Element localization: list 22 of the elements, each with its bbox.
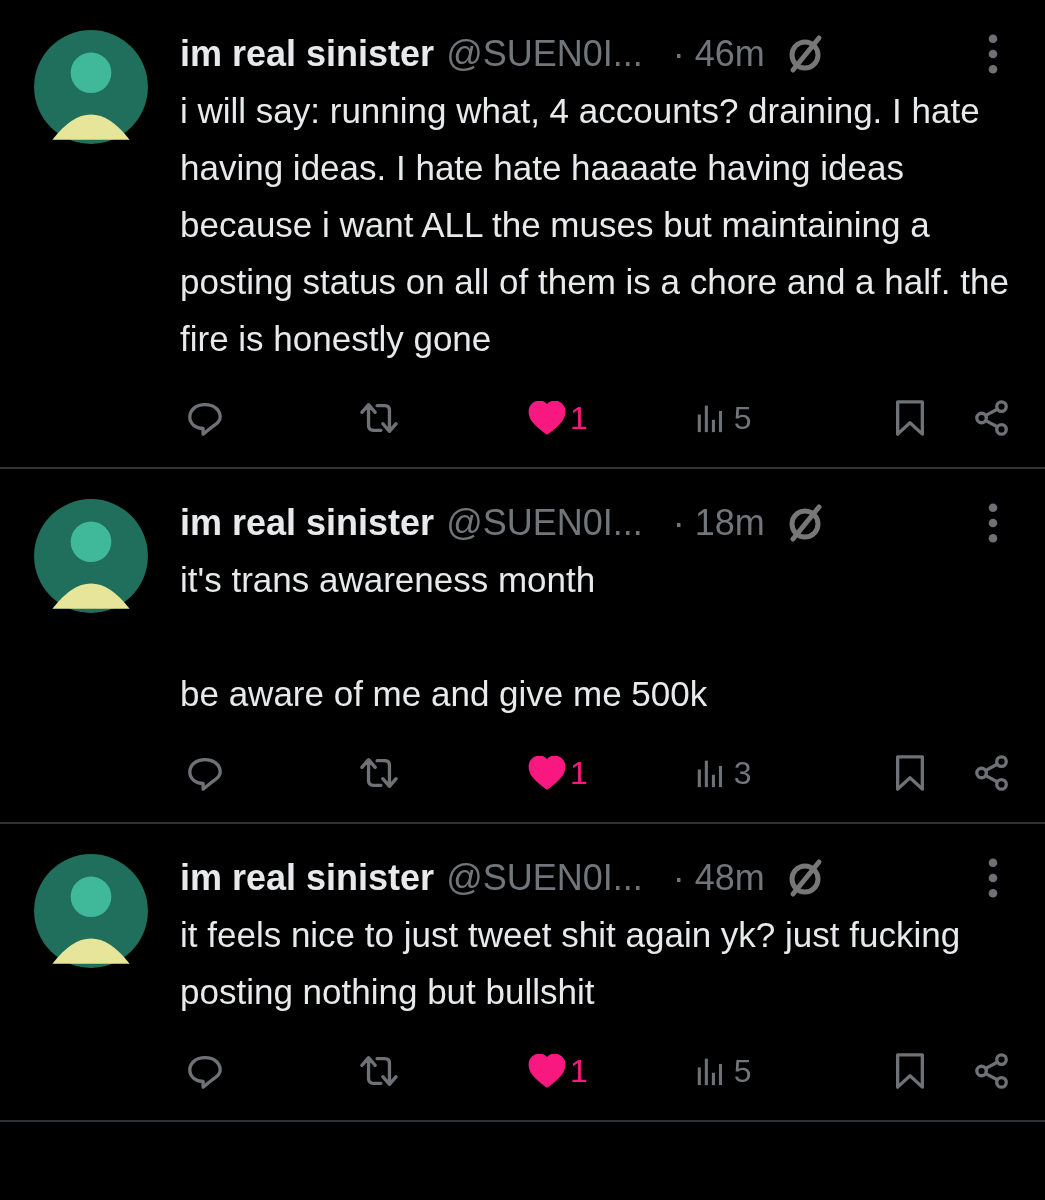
- share-icon[interactable]: [973, 399, 1011, 437]
- user-handle[interactable]: @SUEN0I...: [446, 502, 643, 544]
- tweet-text: i will say: running what, 4 accounts? draining. I hate having ideas. I hate hate haaaate having ideas because i want ALL the muses but maintaining a posting status on all of them is a chore and a half. the fire is honestly gone: [180, 90, 1010, 360]
- view-count: 5: [733, 1052, 752, 1090]
- timestamp[interactable]: · 48m: [672, 857, 765, 899]
- tweet-text: be aware of me and give me 500k: [180, 673, 709, 715]
- more-options-icon[interactable]: [987, 857, 999, 899]
- timestamp[interactable]: · 46m: [672, 33, 765, 75]
- share-icon[interactable]: [973, 1052, 1011, 1090]
- display-name[interactable]: im real sinister: [180, 857, 435, 899]
- tweet-text: it feels nice to just tweet shit again yk? just fucking posting nothing but bullshit: [180, 914, 962, 1013]
- share-icon[interactable]: [973, 754, 1011, 792]
- more-options-icon[interactable]: [987, 33, 999, 75]
- tweet-text: it's trans awareness month: [180, 559, 597, 601]
- more-options-icon[interactable]: [987, 502, 999, 544]
- timestamp[interactable]: · 18m: [672, 502, 765, 544]
- user-handle[interactable]: @SUEN0I...: [446, 857, 643, 899]
- display-name[interactable]: im real sinister: [180, 33, 435, 75]
- user-handle[interactable]: @SUEN0I...: [446, 33, 643, 75]
- view-count: 5: [733, 399, 752, 437]
- display-name[interactable]: im real sinister: [180, 502, 435, 544]
- view-count: 3: [733, 754, 752, 792]
